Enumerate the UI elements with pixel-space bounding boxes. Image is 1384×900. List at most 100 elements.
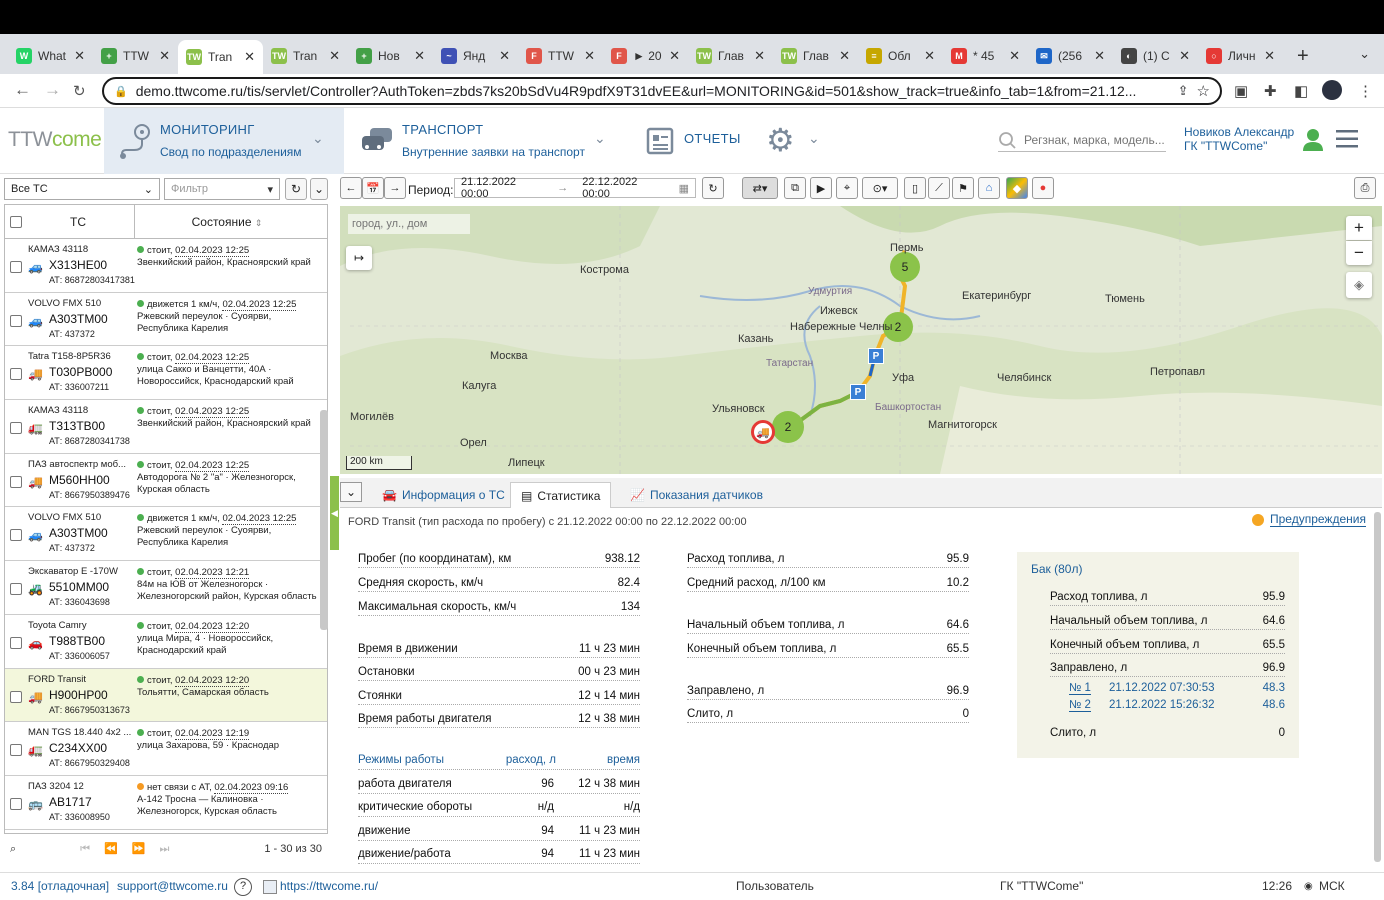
nav-monitoring-sub[interactable]: Свод по подразделениям — [160, 145, 302, 159]
tab-vehicle-info[interactable]: 🚘 Информация о ТС — [372, 482, 515, 508]
vehicle-row[interactable]: MAN TGS 18.440 4x2 ... 🚛 С234ХХ00 АТ: 86… — [5, 722, 327, 776]
refill-link[interactable]: № 1 — [1069, 682, 1091, 695]
prev-period-button[interactable]: ← — [340, 177, 362, 199]
close-icon[interactable]: ✕ — [1179, 48, 1190, 64]
lock-icon[interactable]: 🔒 — [114, 85, 128, 98]
collapse-panel-button[interactable]: ⌄ — [340, 482, 362, 502]
collapse-list-button[interactable]: ⌄ — [310, 178, 328, 200]
status-time[interactable]: 02.04.2023 12:20 — [175, 674, 250, 687]
vehicle-plate[interactable]: Х313НЕ00 — [49, 258, 107, 272]
layers-button[interactable]: ◈ — [1346, 272, 1372, 298]
phone-icon[interactable]: ▯ — [904, 177, 926, 199]
tab-title[interactable]: * 45 — [973, 49, 1003, 63]
period-range[interactable]: 21.12.2022 00:00 → 22.12.2022 00:00 ▦ — [454, 176, 696, 200]
pager-nav-icons[interactable]: ⏮⏪⏩⏭ — [80, 842, 183, 856]
filter-input[interactable]: Фильтр ▾ — [164, 178, 280, 200]
tab-search-icon[interactable]: ⌄ — [1359, 46, 1370, 62]
status-time[interactable]: 02.04.2023 09:16 — [214, 781, 289, 794]
back-icon[interactable]: ← — [14, 80, 31, 100]
vehicle-row[interactable]: КАМАЗ 43118 🚙 Х313НЕ00 АТ: 8687280341738… — [5, 239, 327, 293]
vehicle-plate[interactable]: Н900НР00 — [49, 688, 108, 702]
vehicle-plate[interactable]: М560НН00 — [49, 473, 110, 487]
vehicle-row[interactable]: VOLVO FMX 510 🚙 А303ТМ00 АТ: 437372 движ… — [5, 507, 327, 562]
calendar-icon[interactable]: 📅 — [362, 177, 384, 199]
close-icon[interactable]: ✕ — [499, 48, 510, 64]
tab-sensors-label[interactable]: Показания датчиков — [650, 488, 763, 502]
sort-icon[interactable]: ⇕ — [255, 218, 263, 228]
nav-transport-sub[interactable]: Внутренние заявки на транспорт — [402, 145, 585, 159]
panel-toggle[interactable]: ◀ — [330, 476, 339, 550]
tab-title[interactable]: Нов — [378, 49, 408, 63]
row-checkbox[interactable] — [10, 314, 22, 327]
user-info[interactable]: Новиков Александр ГК "TTWCome" — [1184, 125, 1294, 153]
browser-tab[interactable]: TW Tran ✕ — [178, 40, 263, 74]
browser-tab[interactable]: TW Глав ✕ — [688, 40, 773, 72]
map-search-input[interactable] — [348, 214, 470, 234]
flag-icon[interactable]: ⚑ — [952, 177, 974, 199]
profile-avatar[interactable] — [1322, 80, 1342, 100]
print-icon[interactable]: ⎙ — [1354, 177, 1376, 199]
vehicle-plate[interactable]: Т313ТВ00 — [49, 419, 105, 433]
zoom-in-button[interactable]: + — [1346, 216, 1372, 240]
tab-title[interactable]: (256 — [1058, 49, 1088, 63]
row-checkbox[interactable] — [10, 797, 22, 810]
search-icon[interactable]: ⌕ — [10, 843, 16, 856]
app-logo[interactable]: TTWcome — [8, 128, 102, 152]
browser-menu-icon[interactable]: ⋮ — [1358, 82, 1373, 100]
sidepanel-icon[interactable]: ◧ — [1294, 82, 1308, 100]
browser-tab[interactable]: TW Глав ✕ — [773, 40, 858, 72]
caret-left-icon[interactable]: ◀ — [331, 508, 338, 519]
date-to[interactable]: 22.12.2022 00:00 — [582, 176, 664, 200]
cluster-marker[interactable]: 2 — [772, 411, 804, 443]
vehicle-plate[interactable]: АВ1717 — [49, 795, 92, 809]
browser-tab[interactable]: W What ✕ — [8, 40, 93, 72]
search-input[interactable] — [1024, 132, 1164, 147]
col-state-label[interactable]: Состояние — [192, 215, 252, 229]
building-icon[interactable]: ⌂ — [978, 177, 1000, 199]
vehicle-row[interactable]: FORD Transit 🚚 Н900НР00 АТ: 866795031367… — [5, 668, 327, 723]
filter-placeholder[interactable]: Фильтр — [171, 183, 208, 195]
tab-statistics-label[interactable]: Статистика — [537, 489, 600, 503]
close-icon[interactable]: ✕ — [754, 48, 765, 64]
close-icon[interactable]: ✕ — [669, 48, 680, 64]
browser-tab[interactable]: + Нов ✕ — [348, 40, 433, 72]
status-time[interactable]: 02.04.2023 12:21 — [175, 567, 250, 580]
status-time[interactable]: 02.04.2023 12:19 — [175, 728, 250, 741]
user-org[interactable]: ГК "TTWCome" — [1184, 139, 1294, 153]
date-from[interactable]: 21.12.2022 00:00 — [461, 176, 543, 200]
row-checkbox[interactable] — [10, 690, 22, 703]
vehicle-plate[interactable]: 5510ММ00 — [49, 580, 109, 594]
vehicle-row[interactable]: Toyota Camry 🚗 Т988ТВ00 АТ: 336006057 ст… — [5, 614, 327, 669]
select-all-checkbox[interactable] — [10, 215, 22, 228]
vehicle-group-select[interactable]: Все ТС ⌄ — [4, 178, 160, 200]
tab-title[interactable]: TTW — [123, 49, 153, 63]
tab-title[interactable]: Tran — [293, 49, 323, 63]
reports-icon[interactable] — [646, 125, 674, 155]
browser-tab[interactable]: TW Tran ✕ — [263, 40, 348, 72]
nav-monitoring[interactable]: МОНИТОРИНГ Свод по подразделениям ⌄ — [104, 108, 344, 174]
tab-title[interactable]: Личн — [1228, 49, 1258, 63]
vehicle-plate[interactable]: Т030РВ000 — [49, 365, 112, 379]
row-checkbox[interactable] — [10, 636, 22, 649]
geofence-icon[interactable]: ⊙▾ — [862, 177, 898, 199]
chevron-down-icon[interactable]: ⌄ — [144, 183, 153, 196]
support-email-link[interactable]: support@ttwcome.ru — [117, 879, 228, 893]
copy-icon[interactable]: ⧉ — [784, 177, 806, 199]
close-icon[interactable]: ✕ — [1264, 48, 1275, 64]
zoom-out-button[interactable]: − — [1346, 241, 1372, 265]
close-icon[interactable]: ✕ — [74, 48, 85, 64]
address-bar[interactable]: 🔒 demo.ttwcome.ru/tis/servlet/Controller… — [102, 77, 1222, 105]
vehicle-group-value[interactable]: Все ТС — [11, 183, 48, 195]
status-time[interactable]: 02.04.2023 12:25 — [175, 406, 250, 419]
vehicle-row[interactable]: Экскаватор Е -170W 🚜 5510ММ00 АТ: 336043… — [5, 561, 327, 615]
row-checkbox[interactable] — [10, 368, 22, 381]
play-icon[interactable]: ▶ — [810, 177, 832, 199]
tab-title[interactable]: Tran — [208, 50, 238, 64]
status-time[interactable]: 02.04.2023 12:20 — [175, 620, 250, 633]
bookmark-star-icon[interactable]: ☆ — [1197, 82, 1210, 100]
browser-tab[interactable]: ≡ Обл ✕ — [858, 40, 943, 72]
vehicle-marker[interactable]: 🚚 — [751, 420, 775, 444]
map-pin-icon[interactable]: ⌖ — [836, 177, 858, 199]
vehicle-plate[interactable]: Т988ТВ00 — [49, 634, 105, 648]
tab-title[interactable]: Обл — [888, 49, 918, 63]
